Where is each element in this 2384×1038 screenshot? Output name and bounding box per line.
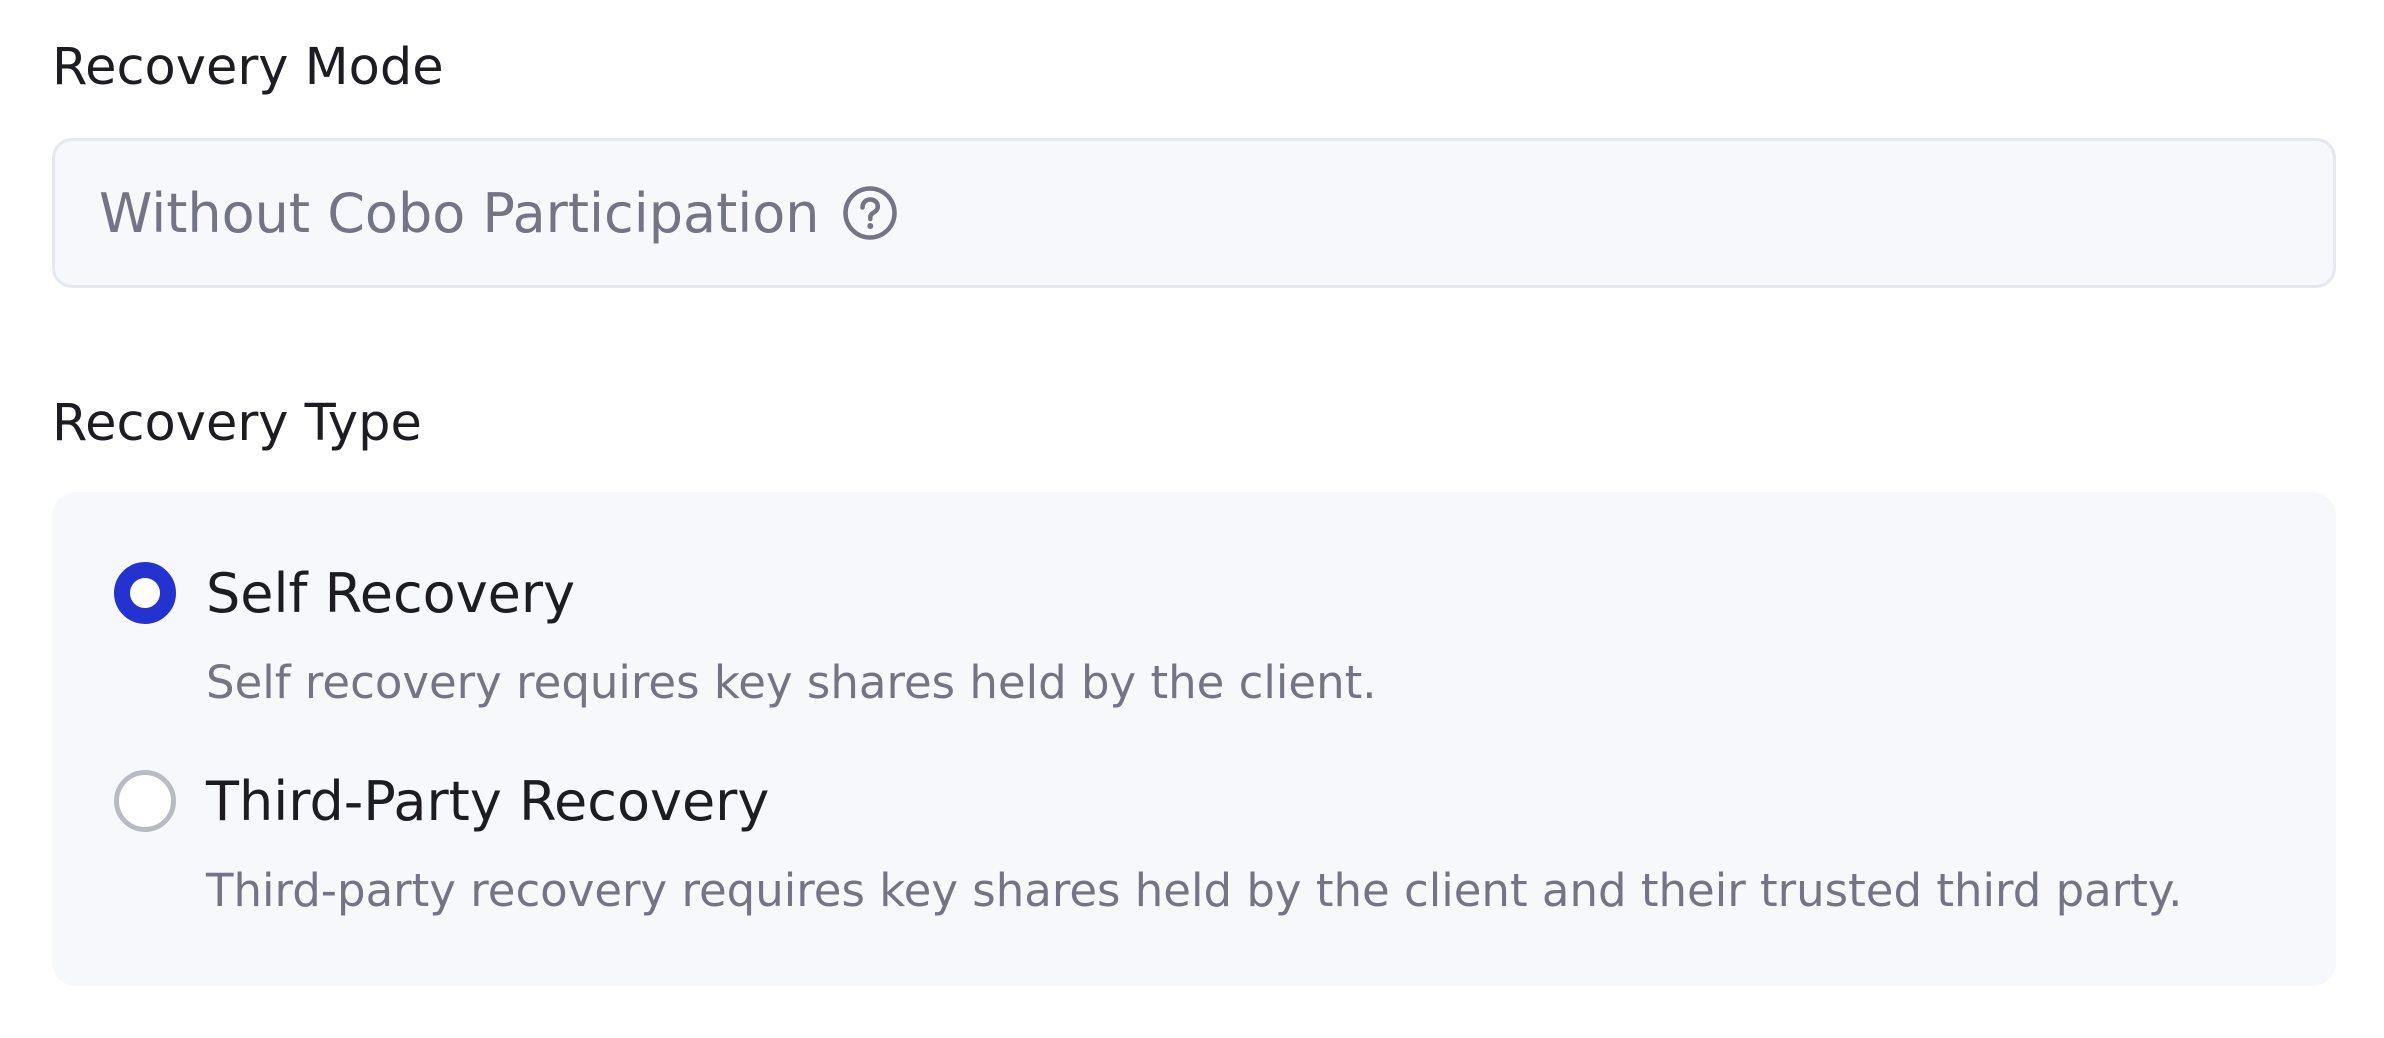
- recovery-mode-label: Recovery Mode: [52, 38, 444, 97]
- third-party-recovery-title: Third-Party Recovery: [206, 770, 770, 833]
- third-party-recovery-radio[interactable]: [114, 770, 176, 832]
- self-recovery-radio[interactable]: [114, 562, 176, 624]
- question-circle-icon[interactable]: [842, 185, 898, 241]
- self-recovery-title: Self Recovery: [206, 562, 576, 625]
- recovery-mode-value: Without Cobo Participation: [99, 181, 820, 245]
- self-recovery-description: Self recovery requires key shares held b…: [206, 656, 1377, 709]
- recovery-type-panel: Self Recovery Self recovery requires key…: [52, 492, 2336, 986]
- recovery-mode-field: Without Cobo Participation: [52, 138, 2336, 288]
- recovery-type-label: Recovery Type: [52, 394, 422, 453]
- third-party-recovery-description: Third-party recovery requires key shares…: [206, 864, 2183, 917]
